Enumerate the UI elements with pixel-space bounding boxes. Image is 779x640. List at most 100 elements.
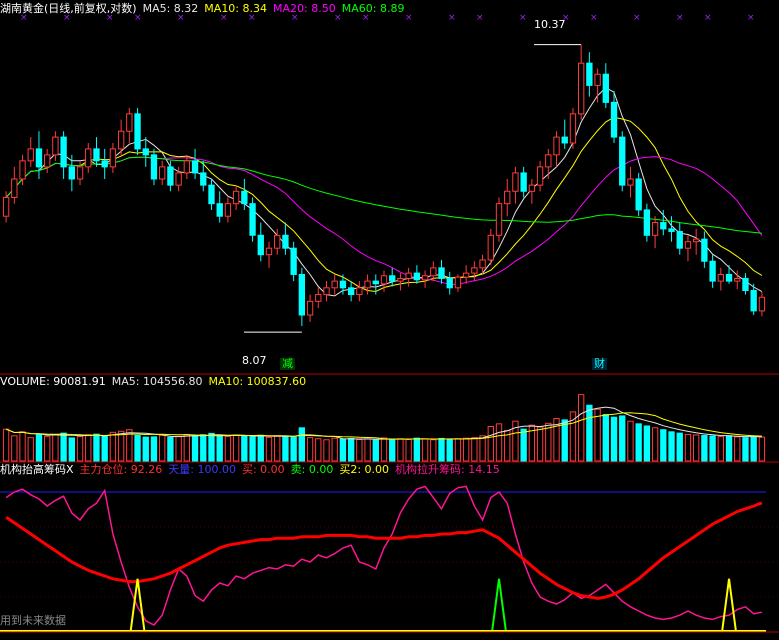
candle-body (619, 136, 626, 186)
candle-body (742, 277, 749, 292)
volume-bar (224, 436, 232, 462)
pull-up-line (5, 485, 763, 626)
reduce-tag[interactable]: 减 (280, 358, 295, 370)
candle-body (364, 280, 371, 289)
volume-bar (495, 423, 503, 462)
volume-bar (265, 436, 273, 462)
indicator-title: 机构抬高筹码X (0, 463, 74, 476)
stock-chart[interactable]: × × × × × × × × × × × × × × × × × × × × (0, 0, 779, 640)
price-header: 湖南黄金(日线,前复权,对数) MA5: 8.32 MA10: 8.34 MA20: … (0, 2, 410, 16)
candle-body (191, 160, 199, 174)
candle-body (553, 136, 560, 156)
candle-body (734, 277, 741, 282)
volume-bar (701, 435, 708, 462)
volume-bar (462, 437, 470, 462)
candle-body (635, 178, 642, 211)
volume-bar (397, 438, 404, 462)
volume-bar (249, 436, 256, 462)
volume-bar (183, 433, 191, 462)
price-ma60-label: MA60: 8.89 (341, 2, 405, 15)
candle-body (126, 113, 133, 132)
candle-body (274, 234, 281, 249)
price-ma10-label: MA10: 8.34 (204, 2, 268, 15)
volume-bar (85, 434, 92, 462)
volume-bar (405, 439, 412, 462)
volume-bar (479, 435, 486, 462)
panel-separators (0, 373, 779, 633)
candle-body (693, 238, 700, 243)
volume-bar (635, 423, 642, 462)
volume-bars[interactable] (2, 394, 766, 462)
candle-body (109, 148, 117, 168)
candle-body (356, 287, 363, 296)
candle-body (413, 272, 421, 281)
volume-bar (725, 435, 733, 462)
volume-bar (709, 435, 716, 462)
volume-bar (536, 426, 544, 462)
candle-body (471, 267, 478, 274)
candle-body (232, 190, 240, 205)
volume-bar (380, 437, 388, 462)
candle-body (183, 160, 191, 174)
event-marker: × (747, 13, 755, 23)
candle-body (504, 190, 511, 205)
volume-bar (356, 439, 363, 462)
candle-body (627, 178, 634, 186)
candle-body (528, 184, 536, 192)
candle-body (372, 280, 379, 285)
volume-bar (438, 437, 445, 462)
candle-body (331, 280, 338, 289)
volume-bar (68, 437, 75, 462)
volume-bar (208, 432, 215, 462)
candle-body (60, 136, 67, 168)
volume-bar (676, 432, 683, 462)
candle-body (159, 166, 166, 180)
volume-bar (142, 436, 149, 462)
candle-body (27, 148, 34, 162)
volume-bar (602, 414, 609, 462)
candle-body (249, 203, 256, 236)
candle-body (750, 290, 757, 312)
volume-bar (323, 439, 330, 462)
candle-body (315, 294, 322, 302)
price-low-label: 8.07 (242, 354, 267, 367)
candle-body (35, 148, 43, 168)
candle-body (52, 136, 59, 156)
ceiling-label: 天量: 100.00 (168, 463, 236, 476)
candle-body (224, 203, 232, 217)
event-marker: × (448, 13, 456, 23)
volume-bar (758, 436, 766, 462)
price-ma5-label: MA5: 8.32 (142, 2, 199, 15)
volume-bar (191, 435, 199, 462)
candle-body (446, 277, 453, 289)
event-marker: × (519, 13, 527, 23)
candle-body (200, 172, 207, 186)
volume-title: VOLUME: 90081.91 (0, 375, 106, 388)
pull-up-label: 机构拉升筹码: 14.15 (395, 463, 500, 476)
volume-bar (660, 429, 667, 462)
volume-bar (627, 420, 634, 462)
candle-body (257, 234, 264, 256)
volume-bar (282, 435, 289, 462)
candle-body (545, 154, 552, 168)
price-candles[interactable] (2, 44, 766, 327)
candle-body (298, 273, 306, 316)
volume-bar (364, 438, 371, 462)
candle-body (725, 273, 733, 282)
candle-body (68, 166, 75, 180)
finance-tag[interactable]: 财 (592, 358, 607, 370)
candle-body (241, 190, 248, 205)
candle-body (454, 276, 462, 289)
volume-bar (750, 435, 757, 462)
volume-bar (93, 433, 100, 462)
volume-bar (159, 434, 166, 462)
candle-body (668, 228, 675, 232)
volume-bar (60, 432, 67, 462)
candle-body (701, 238, 708, 262)
candle-body (462, 272, 470, 278)
candle-body (150, 154, 158, 180)
candle-body (85, 148, 92, 168)
volume-bar (2, 428, 10, 462)
volume-bar (610, 416, 618, 462)
candle-body (709, 260, 716, 282)
